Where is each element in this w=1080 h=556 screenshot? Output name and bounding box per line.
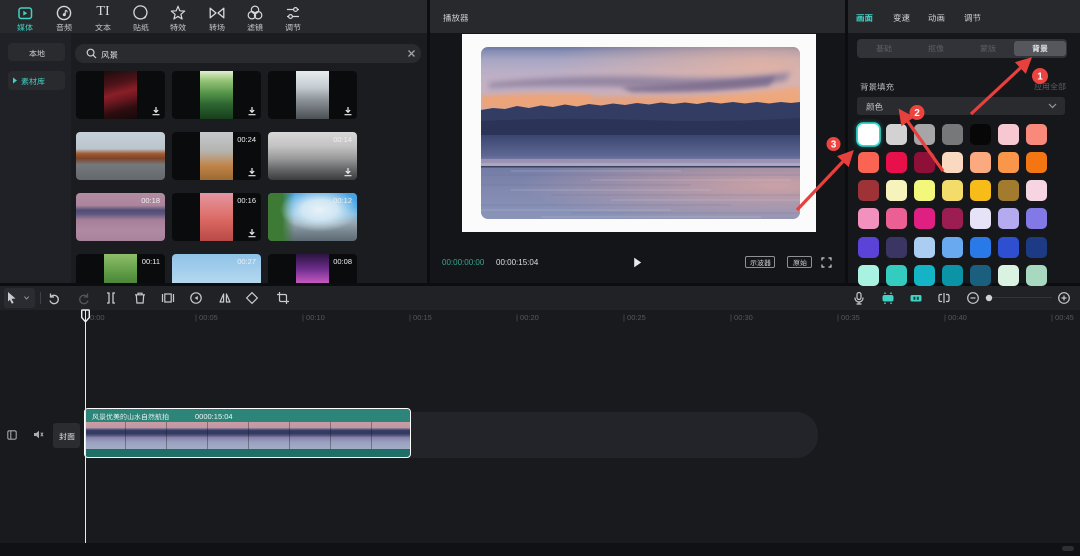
svg-text:1: 1 — [1037, 72, 1043, 83]
svg-text:3: 3 — [831, 140, 837, 151]
svg-text:2: 2 — [914, 108, 920, 119]
